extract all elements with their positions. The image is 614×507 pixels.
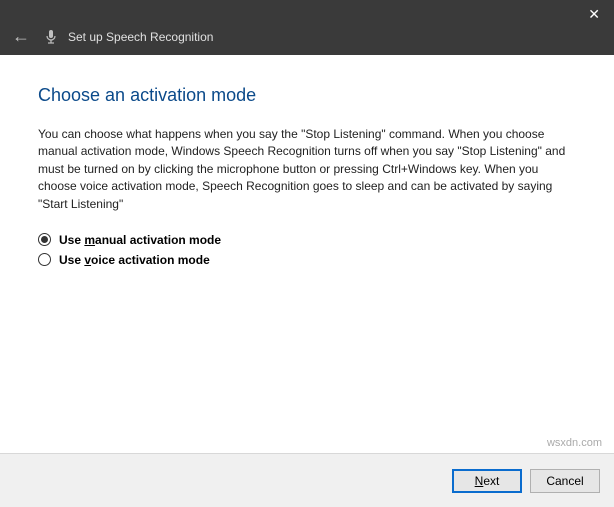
window-title: Set up Speech Recognition <box>68 30 213 44</box>
back-arrow-icon[interactable]: ← <box>12 26 30 47</box>
radio-manual-activation[interactable]: Use manual activation mode <box>38 233 576 247</box>
radio-voice-activation[interactable]: Use voice activation mode <box>38 253 576 267</box>
description-text: You can choose what happens when you say… <box>38 126 568 213</box>
page-heading: Choose an activation mode <box>38 85 576 106</box>
watermark: wsxdn.com <box>547 437 602 449</box>
radio-label: Use manual activation mode <box>59 233 221 247</box>
content-area: Choose an activation mode You can choose… <box>0 55 614 453</box>
radio-button-icon <box>38 253 51 266</box>
footer-bar: Next Cancel <box>0 453 614 507</box>
close-icon[interactable]: ✕ <box>588 6 600 23</box>
titlebar: ✕ ← Set up Speech Recognition <box>0 0 614 55</box>
activation-mode-group: Use manual activation mode Use voice act… <box>38 233 576 267</box>
radio-label: Use voice activation mode <box>59 253 210 267</box>
microphone-icon <box>44 29 58 45</box>
radio-button-icon <box>38 233 51 246</box>
next-button[interactable]: Next <box>452 469 522 493</box>
cancel-button[interactable]: Cancel <box>530 469 600 493</box>
